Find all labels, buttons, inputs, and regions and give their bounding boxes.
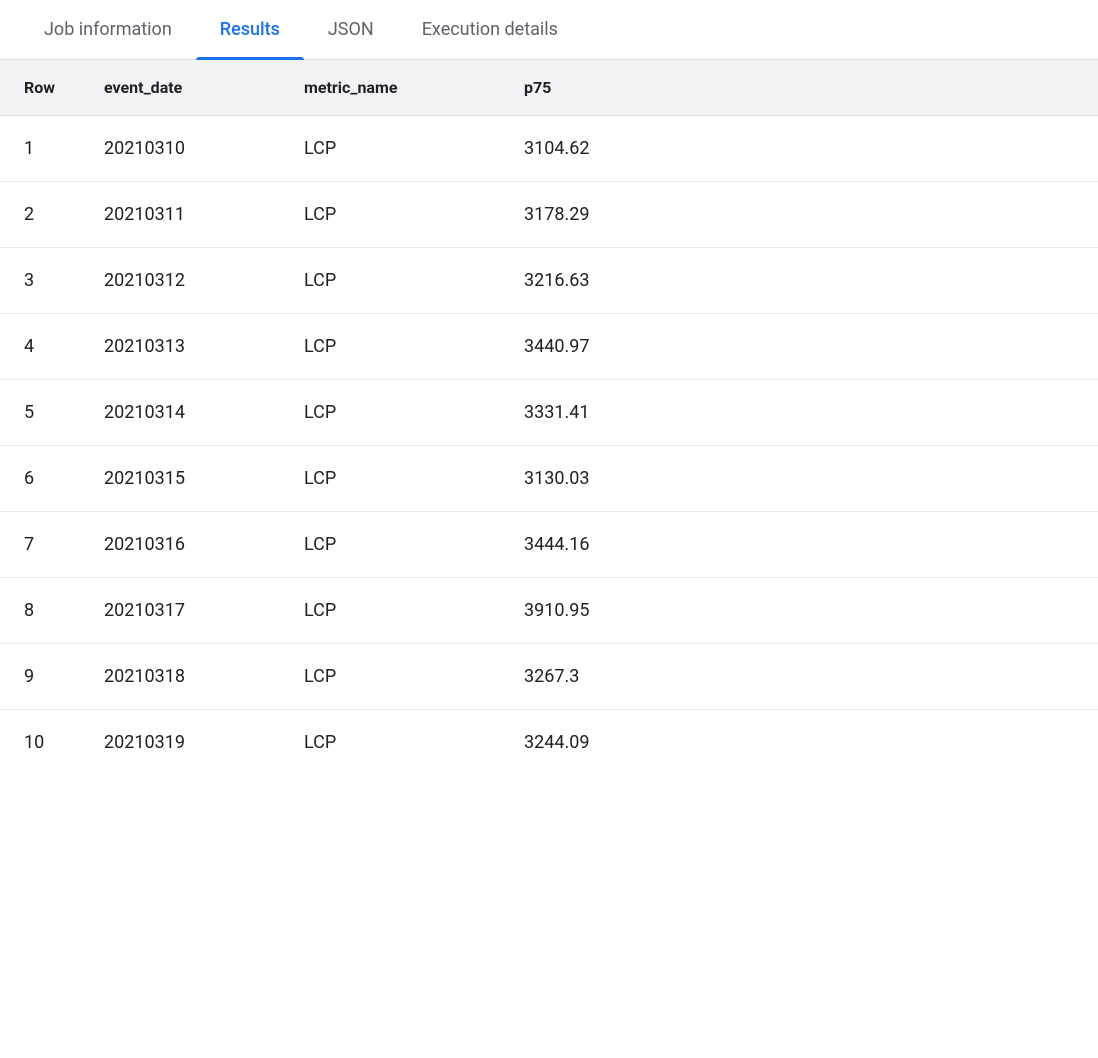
- cell-p75: 3216.63: [500, 248, 700, 314]
- cell-metric-name: LCP: [280, 380, 500, 446]
- header-row: Row event_date metric_name p75: [0, 60, 1098, 116]
- cell-event-date: 20210311: [80, 182, 280, 248]
- table-row: 920210318LCP3267.3: [0, 644, 1098, 710]
- tab-results[interactable]: Results: [196, 0, 304, 60]
- cell-p75: 3130.03: [500, 446, 700, 512]
- cell-row: 1: [0, 116, 80, 182]
- tab-execution-details[interactable]: Execution details: [398, 0, 582, 60]
- cell-p75: 3331.41: [500, 380, 700, 446]
- table-row: 320210312LCP3216.63: [0, 248, 1098, 314]
- cell-extra: [700, 182, 1098, 248]
- cell-row: 5: [0, 380, 80, 446]
- cell-p75: 3178.29: [500, 182, 700, 248]
- cell-event-date: 20210317: [80, 578, 280, 644]
- cell-event-date: 20210318: [80, 644, 280, 710]
- cell-p75: 3444.16: [500, 512, 700, 578]
- cell-event-date: 20210319: [80, 710, 280, 776]
- cell-event-date: 20210315: [80, 446, 280, 512]
- cell-event-date: 20210310: [80, 116, 280, 182]
- cell-metric-name: LCP: [280, 182, 500, 248]
- table-row: 620210315LCP3130.03: [0, 446, 1098, 512]
- cell-extra: [700, 512, 1098, 578]
- cell-row: 7: [0, 512, 80, 578]
- cell-metric-name: LCP: [280, 512, 500, 578]
- cell-extra: [700, 380, 1098, 446]
- tab-job-information[interactable]: Job information: [20, 0, 196, 60]
- col-header-p75: p75: [500, 60, 700, 116]
- cell-extra: [700, 314, 1098, 380]
- col-header-row: Row: [0, 60, 80, 116]
- cell-event-date: 20210314: [80, 380, 280, 446]
- cell-row: 4: [0, 314, 80, 380]
- col-header-extra: [700, 60, 1098, 116]
- cell-extra: [700, 644, 1098, 710]
- cell-row: 2: [0, 182, 80, 248]
- cell-extra: [700, 248, 1098, 314]
- table-row: 720210316LCP3444.16: [0, 512, 1098, 578]
- table-row: 120210310LCP3104.62: [0, 116, 1098, 182]
- cell-metric-name: LCP: [280, 116, 500, 182]
- cell-metric-name: LCP: [280, 248, 500, 314]
- col-header-metric-name: metric_name: [280, 60, 500, 116]
- cell-extra: [700, 116, 1098, 182]
- cell-event-date: 20210316: [80, 512, 280, 578]
- cell-extra: [700, 710, 1098, 776]
- cell-event-date: 20210312: [80, 248, 280, 314]
- cell-row: 6: [0, 446, 80, 512]
- cell-p75: 3244.09: [500, 710, 700, 776]
- cell-row: 9: [0, 644, 80, 710]
- cell-metric-name: LCP: [280, 644, 500, 710]
- tabs-bar: Job informationResultsJSONExecution deta…: [0, 0, 1098, 60]
- cell-extra: [700, 446, 1098, 512]
- tab-json[interactable]: JSON: [304, 0, 398, 60]
- table-row: 1020210319LCP3244.09: [0, 710, 1098, 776]
- cell-row: 3: [0, 248, 80, 314]
- table-row: 520210314LCP3331.41: [0, 380, 1098, 446]
- cell-event-date: 20210313: [80, 314, 280, 380]
- cell-row: 8: [0, 578, 80, 644]
- cell-p75: 3440.97: [500, 314, 700, 380]
- results-table: Row event_date metric_name p75 120210310…: [0, 60, 1098, 775]
- col-header-event-date: event_date: [80, 60, 280, 116]
- results-table-container: Row event_date metric_name p75 120210310…: [0, 60, 1098, 775]
- cell-p75: 3267.3: [500, 644, 700, 710]
- table-body: 120210310LCP3104.62220210311LCP3178.2932…: [0, 116, 1098, 776]
- cell-p75: 3104.62: [500, 116, 700, 182]
- cell-metric-name: LCP: [280, 578, 500, 644]
- cell-metric-name: LCP: [280, 710, 500, 776]
- table-row: 420210313LCP3440.97: [0, 314, 1098, 380]
- table-header: Row event_date metric_name p75: [0, 60, 1098, 116]
- cell-metric-name: LCP: [280, 446, 500, 512]
- cell-metric-name: LCP: [280, 314, 500, 380]
- cell-p75: 3910.95: [500, 578, 700, 644]
- table-row: 820210317LCP3910.95: [0, 578, 1098, 644]
- cell-row: 10: [0, 710, 80, 776]
- table-row: 220210311LCP3178.29: [0, 182, 1098, 248]
- cell-extra: [700, 578, 1098, 644]
